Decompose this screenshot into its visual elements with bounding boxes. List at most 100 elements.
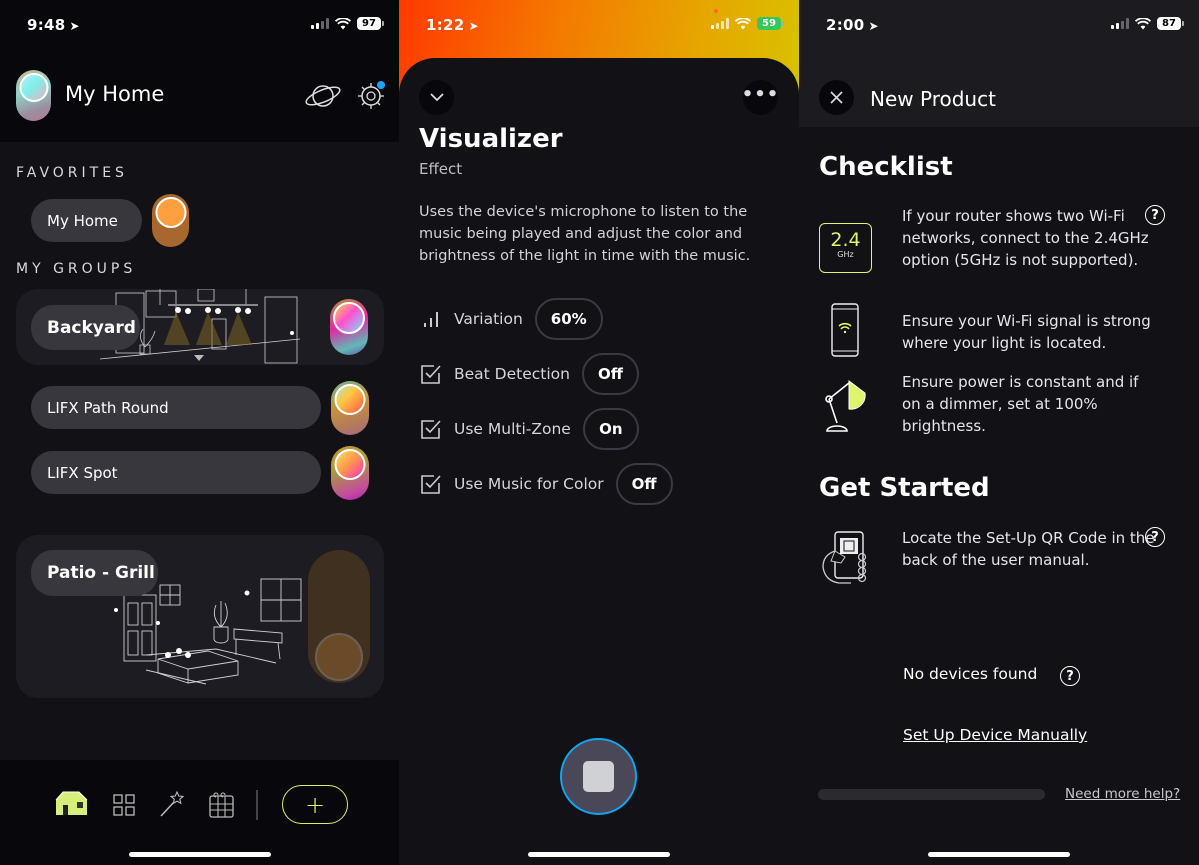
- option-label: Beat Detection: [454, 365, 570, 383]
- signal-icon: [1111, 18, 1129, 29]
- phone-wifi-icon: [831, 303, 859, 357]
- status-bar: 1:22 ➤ 59: [399, 0, 799, 54]
- effect-subtitle: Effect: [419, 160, 463, 178]
- option-beat-detection: Beat Detection Off: [419, 353, 639, 395]
- favorites-label: FAVORITES: [16, 165, 128, 181]
- battery-indicator: 97: [357, 17, 384, 30]
- path-round-power-toggle[interactable]: [331, 381, 369, 435]
- effect-title: Visualizer: [419, 124, 563, 154]
- mic-indicator-dot: [714, 9, 718, 13]
- option-label: Use Multi-Zone: [454, 420, 571, 438]
- home-indicator: [928, 852, 1070, 857]
- option-music-for-color: Use Music for Color Off: [419, 463, 673, 505]
- spot-power-toggle[interactable]: [331, 446, 369, 500]
- group-name-patio-grill[interactable]: Patio - Grill: [31, 550, 158, 596]
- favorite-power-toggle[interactable]: [152, 194, 189, 247]
- location-arrow-icon: ➤: [468, 19, 479, 33]
- device-lifx-path-round[interactable]: LIFX Path Round: [31, 386, 321, 429]
- checkbox-icon[interactable]: [419, 362, 443, 386]
- battery-indicator: 87: [1157, 17, 1184, 30]
- status-bar: 9:48 ➤ 97: [0, 0, 399, 54]
- stop-effect-button[interactable]: [560, 738, 637, 815]
- visualizer-screen: 1:22 ➤ 59 ••• Visualizer Effect Uses the …: [399, 0, 799, 865]
- effect-sheet: ••• Visualizer Effect Uses the device's …: [399, 58, 799, 865]
- wifi-icon: [335, 17, 351, 29]
- add-button[interactable]: +: [282, 785, 348, 824]
- my-groups-label: MY GROUPS: [16, 261, 137, 277]
- more-options-button[interactable]: •••: [741, 80, 780, 115]
- multi-zone-toggle[interactable]: On: [582, 408, 639, 450]
- checklist-text: Ensure your Wi-Fi signal is strong where…: [902, 312, 1151, 352]
- settings-button[interactable]: [356, 80, 386, 110]
- checkbox-icon[interactable]: [419, 472, 443, 496]
- checklist-text: Ensure power is constant and if on a dim…: [902, 373, 1139, 435]
- home-power-toggle[interactable]: [16, 70, 51, 121]
- chevron-down-icon: [429, 93, 444, 102]
- group-card-patio-grill[interactable]: Patio - Grill: [16, 535, 384, 698]
- variation-value-button[interactable]: 60%: [534, 298, 603, 340]
- bottom-nav: +: [0, 760, 399, 865]
- favorite-my-home[interactable]: My Home: [31, 199, 142, 242]
- status-time: 9:48 ➤: [27, 16, 80, 34]
- wifi-icon: [1135, 17, 1151, 29]
- home-header: My Home: [0, 54, 399, 142]
- new-product-screen: 2:00 ➤ 87 New Product Checklist 2.4 GHz I…: [799, 0, 1199, 865]
- patio-power-toggle[interactable]: [308, 550, 370, 683]
- option-label: Variation: [454, 310, 523, 328]
- location-arrow-icon: ➤: [868, 19, 879, 33]
- calendar-icon[interactable]: [209, 792, 234, 818]
- backyard-power-toggle[interactable]: [330, 299, 368, 355]
- get-started-text: Locate the Set-Up QR Code in the back of…: [902, 529, 1155, 569]
- collapse-button[interactable]: [419, 80, 454, 115]
- expand-chevron-icon[interactable]: [194, 355, 204, 361]
- nav-divider: [256, 790, 258, 820]
- bars-icon: [419, 307, 443, 331]
- close-button[interactable]: [819, 80, 854, 115]
- device-search-status: No devices found: [903, 665, 1038, 683]
- location-arrow-icon: ➤: [69, 19, 80, 33]
- signal-icon: [711, 18, 729, 29]
- help-icon[interactable]: ?: [1145, 205, 1165, 225]
- home-indicator: [528, 852, 670, 857]
- grid-icon[interactable]: [113, 794, 135, 816]
- wifi-icon: [735, 17, 751, 29]
- need-more-help-link[interactable]: Need more help?: [1065, 786, 1180, 802]
- close-icon: [830, 91, 843, 104]
- no-devices-help-icon[interactable]: ?: [1060, 666, 1080, 686]
- option-variation: Variation 60%: [419, 298, 603, 340]
- option-label: Use Music for Color: [454, 475, 604, 493]
- house-icon[interactable]: [55, 790, 88, 816]
- group-name-backyard[interactable]: Backyard: [31, 305, 140, 350]
- get-started-heading: Get Started: [819, 473, 990, 503]
- option-multi-zone: Use Multi-Zone On: [419, 408, 639, 450]
- magic-wand-icon[interactable]: [159, 790, 185, 818]
- wifi-band-icon: 2.4 GHz: [819, 223, 872, 273]
- search-progress-fill: [818, 789, 1045, 800]
- home-indicator: [128, 852, 271, 857]
- checklist-text: If your router shows two Wi-Fi networks,…: [902, 207, 1149, 269]
- search-progress-bar: [818, 789, 1045, 800]
- checklist-heading: Checklist: [819, 152, 953, 182]
- page-title: New Product: [870, 87, 996, 111]
- notification-dot: [377, 81, 385, 89]
- home-screen: 9:48 ➤ 97 My Home FAVORITES My Home MY G…: [0, 0, 399, 865]
- status-time: 1:22 ➤: [426, 16, 479, 34]
- new-product-header: 2:00 ➤ 87 New Product: [799, 0, 1199, 127]
- qr-phone-icon: [822, 531, 867, 584]
- group-card-backyard[interactable]: Backyard: [16, 289, 384, 365]
- battery-indicator: 59: [757, 17, 784, 30]
- set-up-manually-link[interactable]: Set Up Device Manually: [903, 726, 1087, 744]
- home-title: My Home: [65, 82, 165, 106]
- more-dots-icon: •••: [741, 83, 780, 105]
- help-icon[interactable]: ?: [1145, 527, 1165, 547]
- status-time: 2:00 ➤: [826, 16, 879, 34]
- effect-description: Uses the device's microphone to listen t…: [419, 204, 751, 264]
- checkbox-icon[interactable]: [419, 417, 443, 441]
- beat-detection-toggle[interactable]: Off: [581, 353, 639, 395]
- device-lifx-spot[interactable]: LIFX Spot: [31, 451, 321, 494]
- planet-icon[interactable]: [303, 80, 343, 112]
- signal-icon: [311, 18, 329, 29]
- stop-icon: [583, 761, 614, 792]
- status-bar: 2:00 ➤ 87: [799, 0, 1199, 54]
- music-for-color-toggle[interactable]: Off: [615, 463, 673, 505]
